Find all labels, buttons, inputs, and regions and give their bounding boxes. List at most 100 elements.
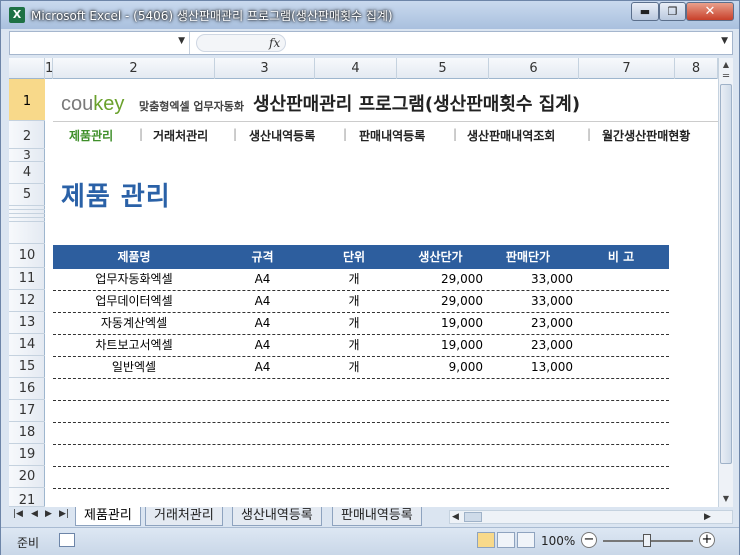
zoom-in-button[interactable]: +: [699, 532, 715, 548]
table-cell-unit[interactable]: [310, 445, 398, 466]
table-cell-spec[interactable]: A4: [215, 335, 310, 356]
column-header[interactable]: 6: [489, 58, 579, 79]
insert-function-icon[interactable]: fx: [269, 36, 280, 50]
table-cell-prod-price[interactable]: 29,000: [398, 269, 483, 290]
table-cell-name[interactable]: 일반엑셀: [53, 357, 215, 378]
nav-item-production[interactable]: 생산내역등록: [249, 127, 315, 144]
table-cell-sale-price[interactable]: [483, 423, 573, 444]
column-header[interactable]: 8: [675, 58, 718, 79]
column-header[interactable]: 5: [397, 58, 489, 79]
table-cell-spec[interactable]: [215, 467, 310, 488]
table-cell-spec[interactable]: A4: [215, 357, 310, 378]
table-cell-sale-price[interactable]: [483, 445, 573, 466]
scroll-down-icon[interactable]: ▼: [719, 492, 733, 506]
scroll-left-icon[interactable]: ◀: [452, 512, 459, 522]
table-cell-unit[interactable]: [310, 467, 398, 488]
table-row[interactable]: [53, 401, 669, 423]
table-row[interactable]: [53, 445, 669, 467]
nav-item-client[interactable]: 거래처관리: [153, 127, 208, 144]
row-header[interactable]: 19: [9, 444, 45, 466]
table-cell-note[interactable]: [573, 313, 669, 334]
zoom-slider-thumb[interactable]: [643, 534, 651, 547]
next-sheet-icon[interactable]: ▶: [45, 509, 52, 519]
sheet-tab[interactable]: 제품관리: [75, 507, 141, 526]
table-cell-note[interactable]: [573, 269, 669, 290]
table-row[interactable]: 차트보고서엑셀 A4 개 19,000 23,000: [53, 335, 669, 357]
table-cell-note[interactable]: [573, 335, 669, 356]
sheet-tab[interactable]: 거래처관리: [145, 507, 223, 526]
row-header[interactable]: 17: [9, 400, 45, 422]
table-cell-note[interactable]: [573, 445, 669, 466]
name-box[interactable]: ▼: [10, 32, 190, 54]
table-cell-sale-price[interactable]: 13,000: [483, 357, 573, 378]
table-cell-sale-price[interactable]: [483, 379, 573, 400]
table-cell-spec[interactable]: [215, 445, 310, 466]
table-cell-note[interactable]: [573, 291, 669, 312]
row-header[interactable]: 11: [9, 268, 45, 290]
table-row[interactable]: [53, 379, 669, 401]
table-cell-prod-price[interactable]: [398, 445, 483, 466]
row-header[interactable]: 1: [9, 79, 45, 121]
table-cell-note[interactable]: [573, 467, 669, 488]
table-row[interactable]: 업무데이터엑셀 A4 개 29,000 33,000: [53, 291, 669, 313]
last-sheet-icon[interactable]: ▶|: [59, 509, 69, 519]
zoom-level[interactable]: 100%: [541, 534, 575, 548]
worksheet-grid[interactable]: 1 2 3 4 5 6 7 8 1 2 3 4 5 10 11 12 13 14…: [9, 58, 718, 507]
table-cell-name[interactable]: 차트보고서엑셀: [53, 335, 215, 356]
table-row[interactable]: [53, 467, 669, 489]
split-handle-icon[interactable]: ═: [719, 70, 733, 84]
column-header[interactable]: 2: [53, 58, 215, 79]
vertical-scrollbar[interactable]: ▲ ═ ▼: [718, 58, 733, 507]
table-cell-name[interactable]: [53, 423, 215, 444]
table-cell-prod-price[interactable]: 19,000: [398, 335, 483, 356]
table-cell-unit[interactable]: 개: [310, 269, 398, 290]
table-cell-unit[interactable]: 개: [310, 357, 398, 378]
chevron-down-icon[interactable]: ▼: [178, 36, 185, 46]
table-cell-sale-price[interactable]: 23,000: [483, 313, 573, 334]
row-header[interactable]: 14: [9, 334, 45, 356]
table-row[interactable]: [53, 423, 669, 445]
prev-sheet-icon[interactable]: ◀: [31, 509, 38, 519]
row-header[interactable]: 15: [9, 356, 45, 378]
table-cell-unit[interactable]: [310, 379, 398, 400]
close-button[interactable]: ✕: [686, 2, 734, 21]
column-header[interactable]: 3: [215, 58, 315, 79]
table-row[interactable]: 자동계산엑셀 A4 개 19,000 23,000: [53, 313, 669, 335]
table-cell-spec[interactable]: A4: [215, 313, 310, 334]
nav-item-inquiry[interactable]: 생산판매내역조회: [467, 127, 555, 144]
horizontal-scrollbar[interactable]: ◀ ▶: [449, 510, 733, 524]
row-header[interactable]: 16: [9, 378, 45, 400]
table-cell-name[interactable]: 자동계산엑셀: [53, 313, 215, 334]
table-cell-note[interactable]: [573, 357, 669, 378]
row-header[interactable]: 4: [9, 162, 45, 184]
table-cell-sale-price[interactable]: [483, 467, 573, 488]
row-header[interactable]: 13: [9, 312, 45, 334]
maximize-button[interactable]: ❐: [659, 2, 686, 21]
sheet-tab[interactable]: 생산내역등록: [232, 507, 322, 526]
table-cell-name[interactable]: 업무데이터엑셀: [53, 291, 215, 312]
sheet-tab[interactable]: 판매내역등록: [332, 507, 422, 526]
table-cell-unit[interactable]: 개: [310, 313, 398, 334]
row-header[interactable]: [9, 222, 45, 244]
table-cell-prod-price[interactable]: 9,000: [398, 357, 483, 378]
table-cell-sale-price[interactable]: 23,000: [483, 335, 573, 356]
table-cell-prod-price[interactable]: [398, 401, 483, 422]
table-cell-prod-price[interactable]: [398, 423, 483, 444]
row-header[interactable]: 3: [9, 149, 45, 162]
column-header[interactable]: 1: [45, 58, 53, 79]
page-layout-view-icon[interactable]: [497, 532, 515, 548]
excel-app-icon[interactable]: X: [9, 7, 25, 23]
scroll-right-icon[interactable]: ▶: [704, 512, 711, 522]
table-cell-spec[interactable]: [215, 379, 310, 400]
macro-record-icon[interactable]: [59, 533, 75, 547]
table-cell-sale-price[interactable]: 33,000: [483, 269, 573, 290]
table-cell-spec[interactable]: A4: [215, 269, 310, 290]
row-header[interactable]: 10: [9, 244, 45, 268]
table-cell-prod-price[interactable]: [398, 379, 483, 400]
row-header[interactable]: 12: [9, 290, 45, 312]
table-row[interactable]: 일반엑셀 A4 개 9,000 13,000: [53, 357, 669, 379]
table-cell-prod-price[interactable]: 29,000: [398, 291, 483, 312]
expand-formula-bar-icon[interactable]: ▼: [721, 36, 728, 46]
table-cell-name[interactable]: [53, 401, 215, 422]
table-cell-name[interactable]: [53, 467, 215, 488]
